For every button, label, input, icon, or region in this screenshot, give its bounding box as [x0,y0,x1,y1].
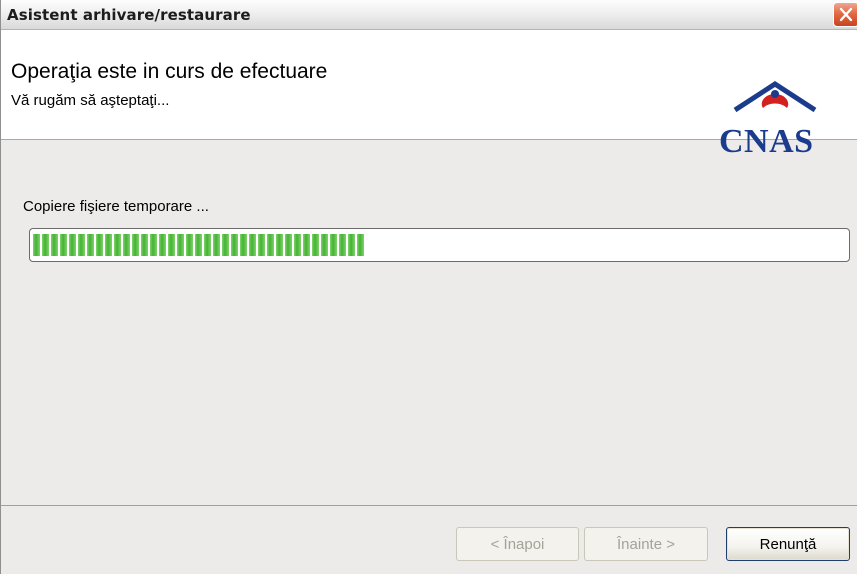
progress-bar [29,228,850,262]
wizard-window: Asistent arhivare/restaurare Operaţia es… [0,0,857,574]
title-bar[interactable]: Asistent arhivare/restaurare [1,0,857,30]
back-button[interactable]: < Înapoi [456,527,579,561]
footer-divider [1,505,857,506]
close-button[interactable] [833,2,857,27]
next-button[interactable]: Înainte > [584,527,708,561]
cnas-logo: CNAS [713,80,848,160]
wizard-header: Operaţia este in curs de efectuare Vă ru… [1,30,857,160]
page-subtitle: Vă rugăm să aşteptaţi... [11,92,170,109]
status-text: Copiere fişiere temporare ... [23,198,209,215]
window-title: Asistent arhivare/restaurare [7,6,251,24]
progress-fill [33,234,364,256]
page-title: Operaţia este in curs de efectuare [11,60,328,83]
logo-text: CNAS [719,123,814,160]
close-icon [839,7,853,22]
cancel-button[interactable]: Renunţă [726,527,850,561]
